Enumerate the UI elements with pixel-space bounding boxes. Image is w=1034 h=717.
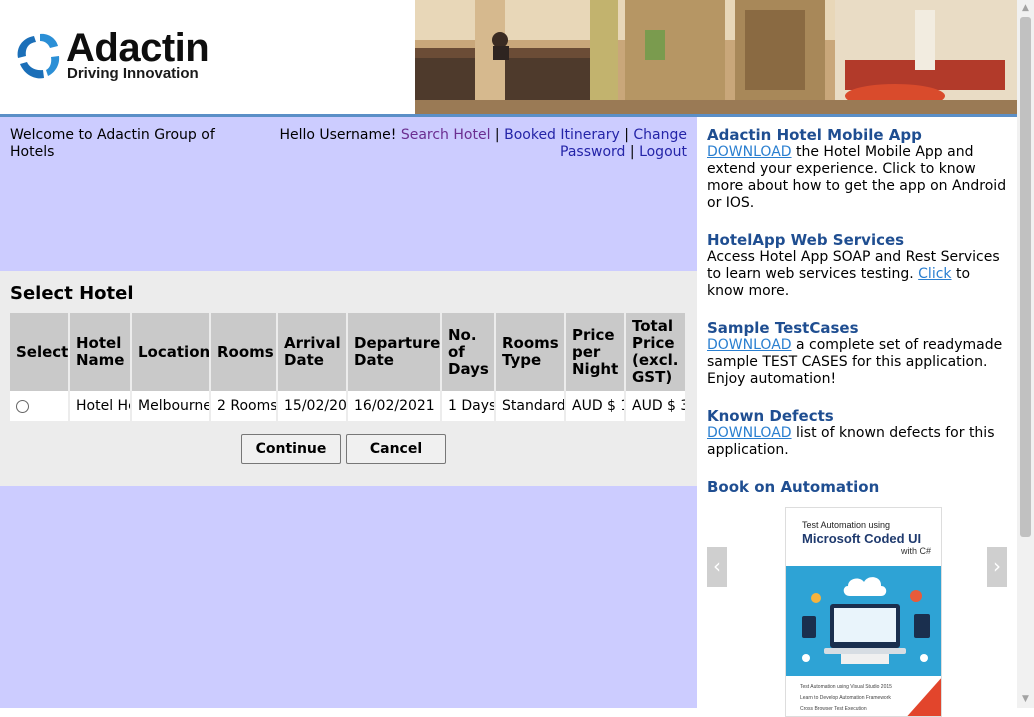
page-header: Adactin Driving Innovation (0, 0, 1017, 114)
action-buttons: Continue Cancel (241, 434, 451, 464)
known-defects-download-link[interactable]: DOWNLOAD (707, 425, 792, 441)
scroll-up-icon[interactable]: ▲ (1017, 0, 1034, 17)
test-cases-download-link[interactable]: DOWNLOAD (707, 337, 792, 353)
book-bullet: Learn to Develop Automation Framework (800, 695, 891, 701)
table-row: Hotel Hervey Melbourne 2 Rooms 15/02/202… (10, 391, 687, 421)
book-line-3: with C# (900, 546, 931, 556)
column-header-total-price: Total Price (excl. GST) (625, 313, 687, 391)
web-services-title: HotelApp Web Services (707, 231, 905, 249)
logo-subtitle: Driving Innovation (67, 65, 199, 82)
nav-separator: | (494, 127, 500, 143)
greeting-text: Hello Username! (279, 127, 397, 143)
table-header-row: Select Hotel Name Location Rooms Arrival… (10, 313, 687, 391)
search-hotel-link[interactable]: Search Hotel (401, 127, 491, 143)
book-cover[interactable]: Test Automation using Microsoft Coded UI… (785, 507, 942, 717)
book-line-2: Microsoft Coded UI (802, 531, 922, 546)
welcome-message: Welcome to Adactin Group of Hotels (10, 127, 215, 160)
welcome-panel: Welcome to Adactin Group of Hotels Hello… (0, 117, 697, 271)
logo-title: Adactin (66, 26, 210, 70)
known-defects-section: Known Defects DOWNLOAD list of known def… (707, 408, 1009, 459)
column-header-departure-date: Departure Date (347, 313, 442, 391)
location-cell: Melbourne (131, 391, 211, 421)
select-hotel-panel: Select Hotel Select Hotel Name Location … (0, 271, 697, 486)
scroll-down-icon[interactable]: ▼ (1017, 691, 1034, 708)
rooms-cell: 2 Rooms (210, 391, 278, 421)
days-cell: 1 Days (441, 391, 496, 421)
column-header-days: No. of Days (441, 313, 496, 391)
mobile-app-download-link[interactable]: DOWNLOAD (707, 144, 792, 160)
price-per-night-cell: AUD $ 1 (565, 391, 626, 421)
web-services-click-link[interactable]: Click (918, 266, 951, 282)
continue-button[interactable]: Continue (241, 434, 341, 464)
known-defects-title: Known Defects (707, 407, 834, 425)
book-title: Book on Automation (707, 478, 880, 496)
sidebar: Adactin Hotel Mobile App DOWNLOAD the Ho… (697, 117, 1017, 717)
mobile-app-section: Adactin Hotel Mobile App DOWNLOAD the Ho… (707, 127, 1009, 212)
column-header-select: Select (10, 313, 70, 391)
book-line-1: Test Automation using (802, 520, 891, 530)
room-type-cell: Standard (495, 391, 566, 421)
adactin-logo: Adactin Driving Innovation (14, 26, 234, 86)
test-cases-title: Sample TestCases (707, 319, 859, 337)
book-cover-illustration (786, 566, 941, 676)
select-cell (10, 391, 70, 421)
page-scrollbar[interactable]: ▲ ▼ (1017, 0, 1034, 708)
column-header-price-per-night: Price per Night (565, 313, 626, 391)
booked-itinerary-link[interactable]: Booked Itinerary (504, 127, 620, 143)
total-price-cell: AUD $ 3 (625, 391, 687, 421)
hotel-lobby-banner (415, 0, 1017, 114)
column-header-location: Location (131, 313, 211, 391)
hotel-results-table: Select Hotel Name Location Rooms Arrival… (10, 313, 687, 421)
hotel-select-radio[interactable] (16, 399, 29, 413)
departure-date-cell: 16/02/2021 (347, 391, 442, 421)
mobile-app-title: Adactin Hotel Mobile App (707, 126, 922, 144)
hotel-name-cell: Hotel Hervey (69, 391, 132, 421)
carousel-prev-icon[interactable]: ‹ (707, 547, 727, 587)
book-section: Book on Automation (707, 479, 1009, 496)
book-carousel: ‹ › Test Automation using Microsoft Code… (707, 495, 1007, 717)
book-cover-footer: Test Automation using Visual Studio 2015… (786, 676, 941, 716)
logout-link[interactable]: Logout (639, 144, 687, 160)
cancel-button[interactable]: Cancel (346, 434, 446, 464)
book-bullet: Test Automation using Visual Studio 2015 (800, 684, 892, 690)
arrival-date-cell: 15/02/2021 (277, 391, 348, 421)
column-header-hotel-name: Hotel Name (69, 313, 132, 391)
column-header-rooms-type: Rooms Type (495, 313, 566, 391)
column-header-rooms: Rooms (210, 313, 278, 391)
book-cover-header: Test Automation using Microsoft Coded UI… (786, 508, 941, 566)
page-title: Select Hotel (10, 283, 134, 304)
user-navigation: Hello Username! Search Hotel | Booked It… (257, 127, 687, 161)
carousel-next-icon[interactable]: › (987, 547, 1007, 587)
column-header-arrival-date: Arrival Date (277, 313, 348, 391)
nav-separator: | (624, 127, 629, 143)
book-bullet: Cross Browser Test Execution (800, 706, 867, 712)
bottom-filler-panel (0, 486, 697, 708)
scrollbar-thumb[interactable] (1020, 17, 1031, 537)
web-services-section: HotelApp Web Services Access Hotel App S… (707, 232, 1009, 300)
test-cases-section: Sample TestCases DOWNLOAD a complete set… (707, 320, 1009, 388)
nav-separator: | (629, 144, 635, 160)
logo-swirl-icon (17, 33, 60, 79)
